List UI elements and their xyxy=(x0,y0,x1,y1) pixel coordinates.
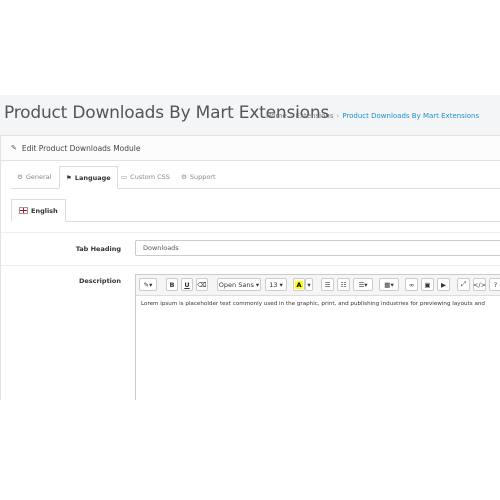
tab-custom-css[interactable]: ▭ Custom CSS xyxy=(115,166,176,187)
tab-general-label: General xyxy=(25,172,52,181)
breadcrumb-current[interactable]: Product Downloads By Mart Extensions xyxy=(342,112,479,120)
magic-wand-icon[interactable]: ✎▾ xyxy=(139,278,157,291)
tab-english[interactable]: English xyxy=(11,199,66,222)
highlight-letter: A xyxy=(295,280,303,289)
tab-support[interactable]: ⚙ Support xyxy=(175,166,222,187)
breadcrumb-home[interactable]: Home xyxy=(266,112,287,120)
tab-heading-label: Tab Heading xyxy=(75,245,121,253)
breadcrumb-separator-icon: › xyxy=(289,112,293,120)
monitor-icon: ▭ xyxy=(121,172,128,181)
panel-heading-text: Edit Product Downloads Module xyxy=(21,143,141,153)
breadcrumb: Home › Extensions › Product Downloads By Mar… xyxy=(266,112,479,120)
bold-button[interactable]: B xyxy=(166,278,178,291)
chevron-down-icon[interactable]: ▾ xyxy=(305,278,313,291)
code-view-icon[interactable]: </> xyxy=(473,278,486,291)
module-tabs: ⚙ General ⚑ Language ▭ Custom CSS ⚙ Support xyxy=(11,166,500,189)
admin-frame: Product Downloads By Mart Extensions Hom… xyxy=(0,95,500,400)
page-header: Product Downloads By Mart Extensions Hom… xyxy=(0,95,500,135)
support-icon: ⚙ xyxy=(181,172,187,181)
font-size-select[interactable]: 13 ▾ xyxy=(265,278,287,291)
underline-button[interactable]: U xyxy=(181,278,193,291)
font-family-value: Open Sans xyxy=(218,280,254,289)
breadcrumb-separator-icon: › xyxy=(336,112,340,120)
link-icon[interactable]: ∞ xyxy=(405,278,418,291)
tab-english-label: English xyxy=(31,206,58,215)
description-label: Description xyxy=(78,277,121,285)
tab-custom-css-label: Custom CSS xyxy=(130,172,170,181)
flag-icon: ⚑ xyxy=(66,173,72,182)
paragraph-align-icon[interactable]: ☰▾ xyxy=(353,278,373,291)
description-editor: ✎▾ B U ⌫ Open Sans ▾ 13 ▾ A ▾ ☰ ☷ ☰▾ ▦▾ … xyxy=(135,274,500,400)
editor-toolbar: ✎▾ B U ⌫ Open Sans ▾ 13 ▾ A ▾ ☰ ☷ ☰▾ ▦▾ … xyxy=(136,275,500,296)
editor-content[interactable]: Lorem ipsum is placeholder text commonly… xyxy=(136,296,500,312)
uk-flag-icon xyxy=(19,207,28,214)
pencil-icon: ✎ xyxy=(11,144,17,152)
panel-heading: ✎ Edit Product Downloads Module xyxy=(1,136,500,161)
highlight-color-button[interactable]: A xyxy=(293,278,305,291)
image-icon[interactable]: ▣ xyxy=(421,278,434,291)
breadcrumb-extensions[interactable]: Extensions xyxy=(295,112,333,120)
gear-icon: ⚙ xyxy=(17,172,23,181)
edit-panel: ✎ Edit Product Downloads Module ⚙ General… xyxy=(0,135,500,400)
fullscreen-icon[interactable]: ⤢ xyxy=(457,278,470,291)
tab-language[interactable]: ⚑ Language xyxy=(59,166,118,189)
table-icon[interactable]: ▦▾ xyxy=(379,278,399,291)
tab-support-label: Support xyxy=(189,172,216,181)
language-tabs: English xyxy=(11,199,500,222)
unordered-list-icon[interactable]: ☰ xyxy=(321,278,334,291)
video-icon[interactable]: ▶ xyxy=(437,278,450,291)
help-icon[interactable]: ? xyxy=(489,278,500,291)
font-size-value: 13 xyxy=(269,280,278,289)
tab-general[interactable]: ⚙ General xyxy=(11,166,57,187)
eraser-icon[interactable]: ⌫ xyxy=(196,278,208,291)
font-family-select[interactable]: Open Sans ▾ xyxy=(217,278,261,291)
tab-heading-input[interactable]: Downloads xyxy=(135,240,500,256)
tab-language-label: Language xyxy=(74,173,111,182)
divider xyxy=(1,232,500,233)
ordered-list-icon[interactable]: ☷ xyxy=(337,278,350,291)
divider xyxy=(1,265,500,266)
